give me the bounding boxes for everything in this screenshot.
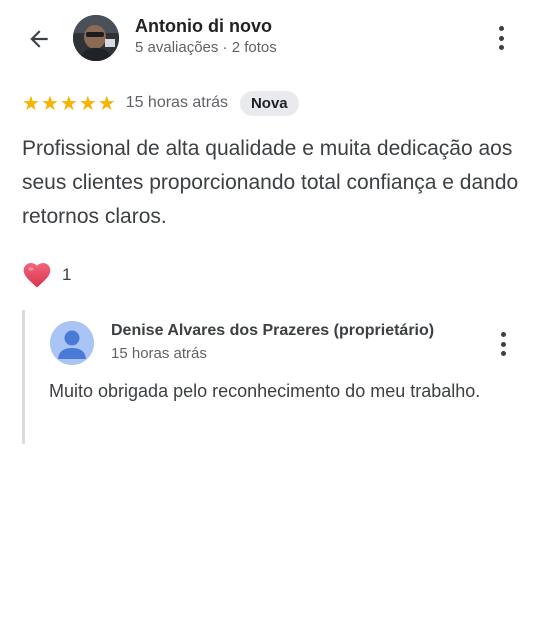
review-text: Profissional de alta qualidade e muita d… (22, 137, 519, 228)
star-icon: ★ (59, 91, 78, 115)
star-icon: ★ (97, 91, 116, 115)
reviewer-avatar[interactable] (73, 15, 119, 61)
back-button[interactable] (22, 22, 56, 56)
avatar-photo (73, 15, 119, 61)
more-vert-icon (500, 332, 506, 337)
review-header: Antonio di novo 5 avaliações · 2 fotos (0, 0, 540, 80)
star-rating: ★ ★ ★ ★ ★ (22, 93, 116, 113)
arrow-back-icon (30, 30, 48, 48)
owner-reply: Denise Alvares dos Prazeres (proprietári… (22, 310, 522, 444)
review-time: 15 horas atrás (125, 94, 228, 111)
owner-reply-time: 15 horas atrás (111, 345, 207, 362)
rating-row: ★ ★ ★ ★ ★ 15 horas atrás Nova (22, 89, 299, 117)
star-icon: ★ (40, 91, 59, 115)
owner-name: Denise Alvares dos Prazeres (proprietári… (111, 322, 435, 339)
more-vert-icon (498, 26, 504, 31)
like-count: 1 (62, 265, 72, 284)
reply-text: Muito obrigada pelo reconhecimento do me… (49, 381, 481, 401)
more-options-button[interactable] (489, 23, 513, 53)
star-icon: ★ (22, 91, 40, 115)
owner-avatar (50, 321, 94, 365)
heart-icon (23, 263, 51, 288)
reply-more-options-button[interactable] (491, 329, 515, 359)
new-badge: Nova (239, 90, 299, 116)
reviewer-meta: 5 avaliações · 2 fotos (135, 39, 277, 56)
like-button[interactable]: 1 (20, 257, 71, 293)
star-icon: ★ (78, 91, 97, 115)
person-icon (50, 321, 94, 365)
reviewer-name[interactable]: Antonio di novo (135, 16, 272, 37)
